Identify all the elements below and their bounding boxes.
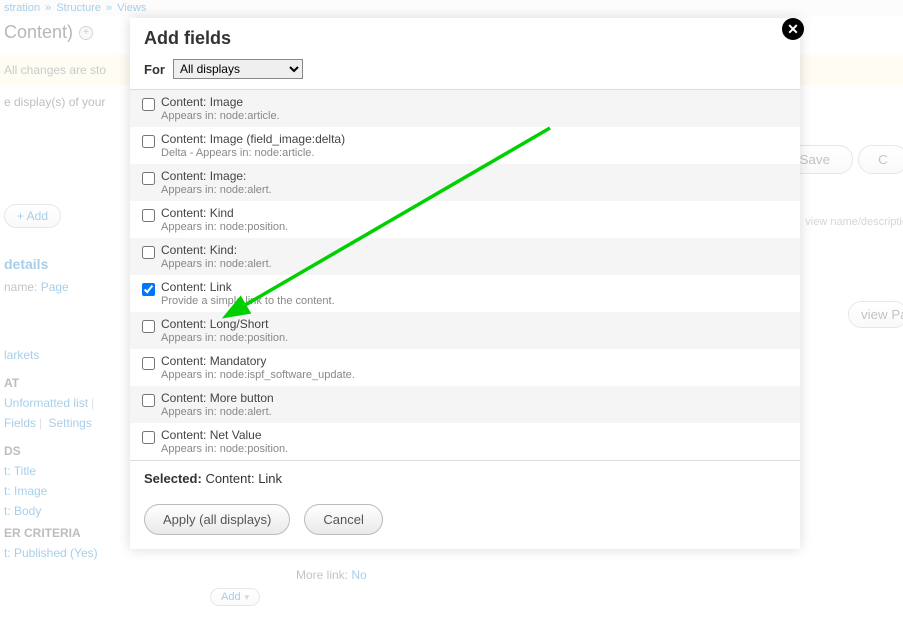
field-checkbox[interactable] [142, 431, 155, 444]
cancel-button[interactable]: Cancel [304, 504, 382, 535]
field-desc: Appears in: node:alert. [161, 184, 272, 196]
field-list[interactable]: Content: ImageAppears in: node:article.C… [130, 90, 800, 461]
field-label: Content: Kind [161, 206, 288, 220]
field-checkbox[interactable] [142, 98, 155, 111]
field-checkbox[interactable] [142, 394, 155, 407]
field-label: Content: Long/Short [161, 317, 288, 331]
field-checkbox[interactable] [142, 209, 155, 222]
field-checkbox[interactable] [142, 172, 155, 185]
for-label: For [144, 62, 165, 77]
apply-button[interactable]: Apply (all displays) [144, 504, 290, 535]
field-checkbox[interactable] [142, 283, 155, 296]
field-label: Content: Kind: [161, 243, 272, 257]
field-label: Content: Image [161, 95, 280, 109]
field-label: Content: Link [161, 280, 335, 294]
field-desc: Appears in: node:alert. [161, 258, 272, 270]
field-desc: Appears in: node:alert. [161, 406, 274, 418]
field-checkbox[interactable] [142, 135, 155, 148]
field-row[interactable]: Content: KindAppears in: node:position. [130, 201, 800, 238]
field-label: Content: Mandatory [161, 354, 355, 368]
field-row[interactable]: Content: ImageAppears in: node:article. [130, 90, 800, 127]
modal-title: Add fields [144, 28, 786, 49]
field-checkbox[interactable] [142, 357, 155, 370]
field-row[interactable]: Content: Net ValueAppears in: node:posit… [130, 423, 800, 460]
field-row[interactable]: Content: MandatoryAppears in: node:ispf_… [130, 349, 800, 386]
selected-summary: Selected: Content: Link [130, 461, 800, 496]
field-desc: Appears in: node:position. [161, 443, 288, 455]
field-row[interactable]: Content: More buttonAppears in: node:ale… [130, 386, 800, 423]
field-row[interactable]: Content: Kind:Appears in: node:alert. [130, 238, 800, 275]
field-label: Content: Image (field_image:delta) [161, 132, 345, 146]
field-row[interactable]: Content: Long/ShortAppears in: node:posi… [130, 312, 800, 349]
field-desc: Appears in: node:position. [161, 332, 288, 344]
add-fields-modal: Add fields For All displays Content: Ima… [130, 18, 800, 549]
field-row[interactable]: Content: Image:Appears in: node:alert. [130, 164, 800, 201]
field-row[interactable]: Content: LinkProvide a simple link to th… [130, 275, 800, 312]
field-desc: Appears in: node:article. [161, 110, 280, 122]
field-checkbox[interactable] [142, 246, 155, 259]
field-desc: Appears in: node:ispf_software_update. [161, 369, 355, 381]
field-desc: Provide a simple link to the content. [161, 295, 335, 307]
for-select[interactable]: All displays [173, 59, 303, 79]
field-row[interactable]: Content: Image (field_image:delta)Delta … [130, 127, 800, 164]
field-desc: Delta - Appears in: node:article. [161, 147, 345, 159]
field-desc: Appears in: node:position. [161, 221, 288, 233]
field-label: Content: Net Value [161, 428, 288, 442]
field-checkbox[interactable] [142, 320, 155, 333]
field-label: Content: More button [161, 391, 274, 405]
field-label: Content: Image: [161, 169, 272, 183]
close-icon[interactable]: ✕ [782, 18, 804, 40]
